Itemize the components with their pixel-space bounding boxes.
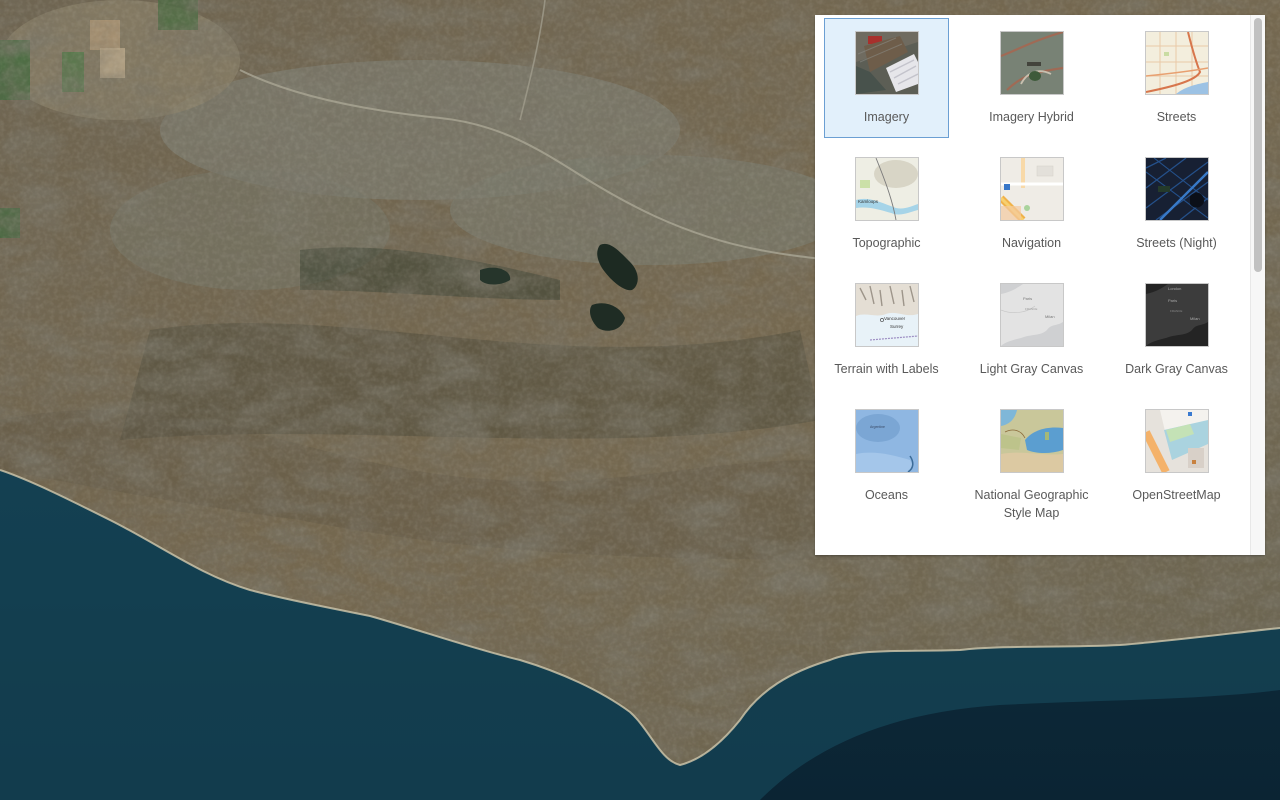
openstreetmap-thumbnail (1145, 409, 1209, 473)
svg-text:Paris: Paris (1168, 298, 1177, 303)
basemap-label: Dark Gray Canvas (1125, 362, 1228, 376)
scrollbar-thumb[interactable] (1254, 18, 1262, 272)
basemap-label: Imagery Hybrid (989, 110, 1074, 124)
basemap-item-terrain-labels[interactable]: Vancouver Surrey Terrain with Labels (824, 270, 949, 390)
svg-text:Surrey: Surrey (890, 324, 904, 329)
streets-night-thumbnail (1145, 157, 1209, 221)
basemap-label: Imagery (863, 110, 910, 124)
svg-text:Kamloops: Kamloops (858, 199, 879, 204)
svg-text:London: London (1168, 286, 1181, 291)
basemap-item-streets-night[interactable]: Streets (Night) (1114, 144, 1239, 264)
light-gray-canvas-thumbnail: Paris FRANCE Milan (1000, 283, 1064, 347)
basemap-gallery: Imagery Imagery Hybrid Streets Kamloops … (815, 15, 1265, 555)
basemap-label: OpenStreetMap (1132, 488, 1221, 502)
svg-text:Milan: Milan (1045, 314, 1055, 319)
basemap-item-dark-gray-canvas[interactable]: Paris FRANCE Milan London Dark Gray Canv… (1114, 270, 1239, 390)
basemap-label: Streets (1156, 110, 1197, 124)
basemap-item-navigation[interactable]: Navigation (969, 144, 1094, 264)
basemap-item-national-geographic[interactable]: National Geographic Style Map (969, 396, 1094, 546)
svg-text:Paris: Paris (1023, 296, 1032, 301)
dark-gray-canvas-thumbnail: Paris FRANCE Milan London (1145, 283, 1209, 347)
basemap-item-openstreetmap[interactable]: OpenStreetMap (1114, 396, 1239, 546)
terrain-labels-thumbnail: Vancouver Surrey (855, 283, 919, 347)
basemap-item-streets[interactable]: Streets (1114, 18, 1239, 138)
svg-text:Milan: Milan (1190, 316, 1200, 321)
basemap-label: Light Gray Canvas (979, 362, 1084, 376)
imagery-thumbnail (855, 31, 919, 95)
basemap-list: Imagery Imagery Hybrid Streets Kamloops … (815, 15, 1250, 555)
basemap-label: Streets (Night) (1136, 236, 1217, 250)
basemap-item-topographic[interactable]: Kamloops Topographic (824, 144, 949, 264)
basemap-item-imagery-hybrid[interactable]: Imagery Hybrid (969, 18, 1094, 138)
streets-thumbnail (1145, 31, 1209, 95)
navigation-thumbnail (1000, 157, 1064, 221)
oceans-thumbnail: Argentine (855, 409, 919, 473)
topographic-thumbnail: Kamloops (855, 157, 919, 221)
svg-text:Vancouver: Vancouver (884, 316, 906, 321)
basemap-item-light-gray-canvas[interactable]: Paris FRANCE Milan Light Gray Canvas (969, 270, 1094, 390)
basemap-label: Oceans (864, 488, 909, 502)
imagery-hybrid-thumbnail (1000, 31, 1064, 95)
svg-text:Argentine: Argentine (870, 425, 885, 429)
basemap-label: National Geographic Style Map (974, 488, 1089, 520)
national-geographic-thumbnail (1000, 409, 1064, 473)
basemap-label: Navigation (1001, 236, 1062, 250)
basemap-item-imagery[interactable]: Imagery (824, 18, 949, 138)
svg-text:FRANCE: FRANCE (1025, 307, 1037, 311)
svg-text:FRANCE: FRANCE (1170, 309, 1182, 313)
basemap-label: Terrain with Labels (834, 362, 939, 376)
gallery-scrollbar[interactable] (1250, 15, 1265, 555)
basemap-item-oceans[interactable]: Argentine Oceans (824, 396, 949, 546)
basemap-label: Topographic (852, 236, 921, 250)
